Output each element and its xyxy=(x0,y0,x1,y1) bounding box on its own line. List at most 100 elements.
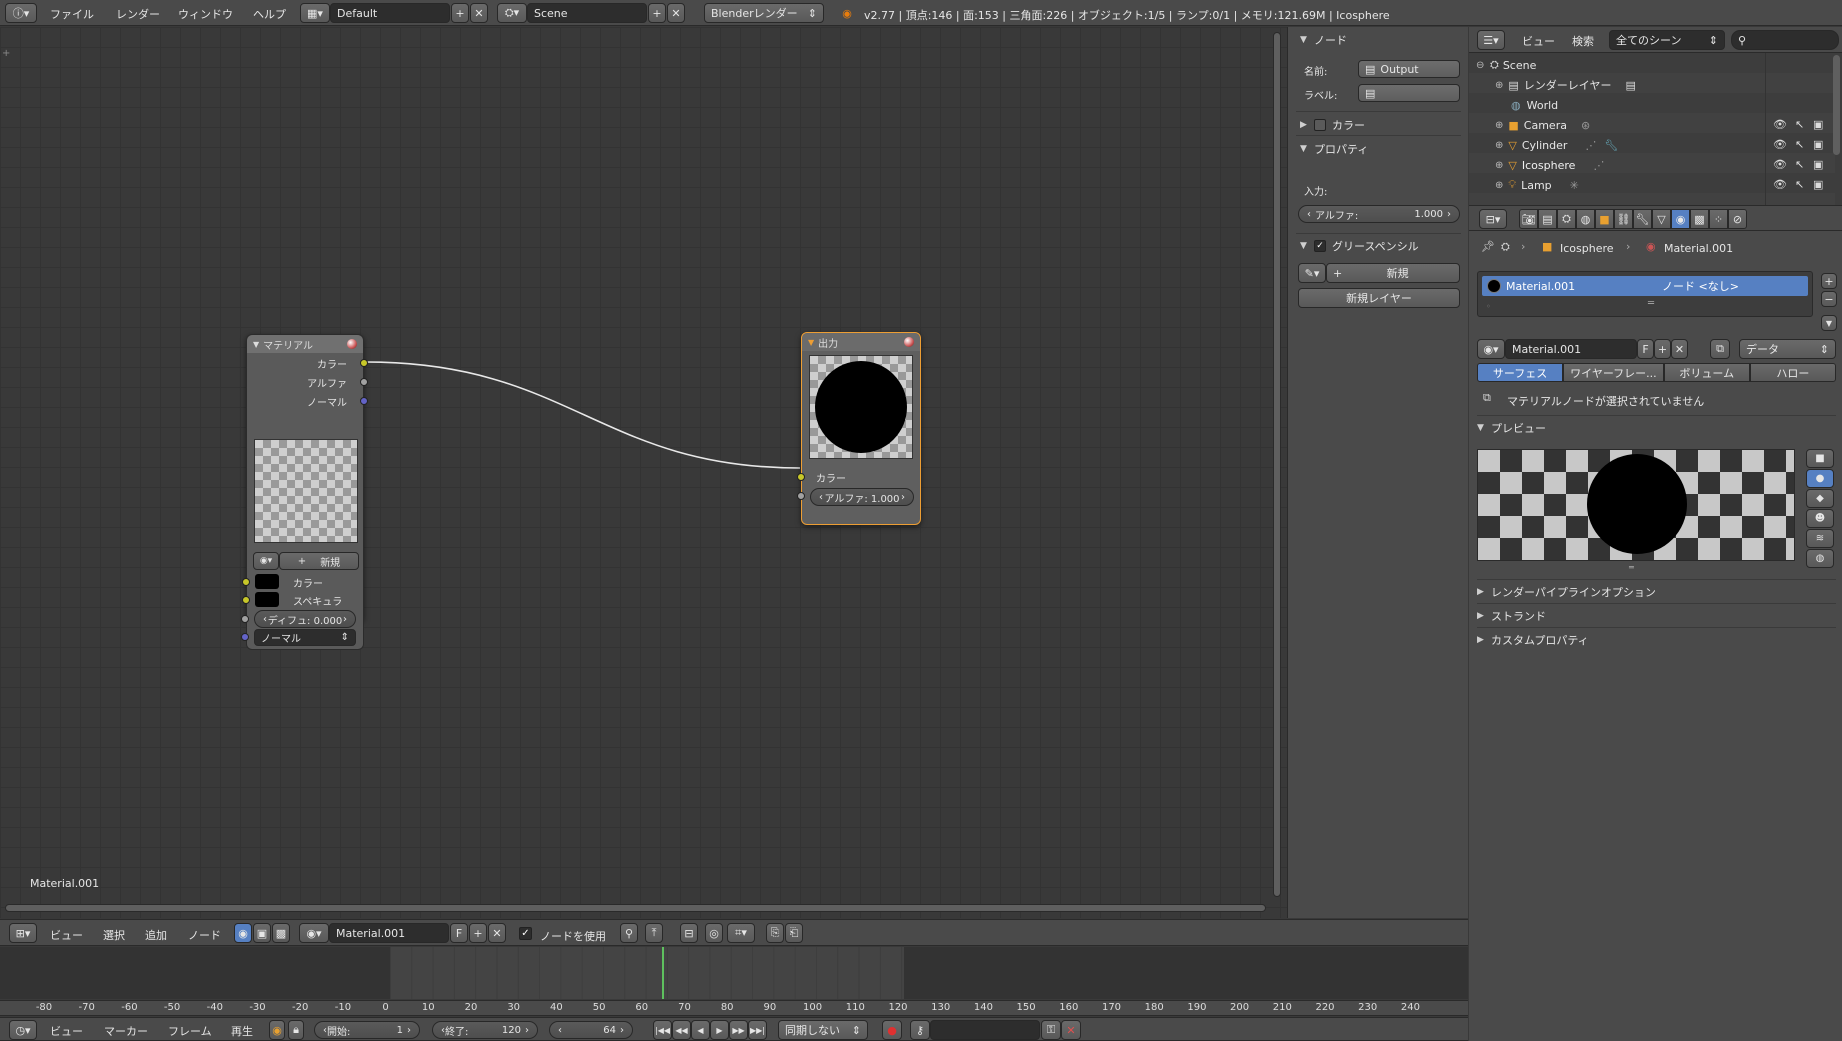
info-editor-type-button[interactable]: ⓘ▾ xyxy=(5,3,37,23)
modifiers-tab-icon[interactable]: 🔧︎ xyxy=(1633,209,1652,229)
screen-remove-button[interactable]: ✕ xyxy=(470,3,488,23)
outliner-editor-type-button[interactable]: ☰▾ xyxy=(1477,30,1505,50)
breadcrumb-object[interactable]: Icosphere xyxy=(1560,242,1614,255)
visibility-eye-icon[interactable]: 👁︎ xyxy=(1773,118,1787,131)
normal-dropdown[interactable]: ノーマル ⇕ xyxy=(254,629,356,646)
timeline-menu-marker[interactable]: マーカー xyxy=(96,1023,156,1039)
preview-resize-grip[interactable]: ═ xyxy=(1629,563,1634,572)
texture-tab-icon[interactable]: ▩ xyxy=(1690,209,1709,229)
output-alpha-socket[interactable] xyxy=(360,378,368,386)
end-frame-field[interactable]: ‹ 終了: 120 › xyxy=(432,1021,538,1039)
timeline-area[interactable]: -80 -70 -60 -50 -40 -30 -20 -10 0 10 20 30 40 50 60 70 8… xyxy=(0,947,1468,1017)
grease-pencil-checkbox[interactable]: ✓ xyxy=(1314,240,1326,252)
material-slot-row[interactable]: Material.001 ノード <なし> xyxy=(1482,276,1808,296)
grease-pencil-new-button[interactable]: + 新規 xyxy=(1326,263,1460,283)
snap-icon[interactable]: ⊟ xyxy=(680,923,698,943)
scene-field[interactable]: Scene xyxy=(527,3,647,23)
node-menu-view[interactable]: ビュー xyxy=(42,927,91,943)
material-node-toggle-icon[interactable]: ⧉ xyxy=(1710,339,1730,359)
current-frame-marker[interactable] xyxy=(662,947,664,999)
jump-end-button[interactable]: ▶▶| xyxy=(748,1020,767,1040)
data-tab-icon[interactable]: ▽ xyxy=(1652,209,1671,229)
expand-plus-icon[interactable]: ⊕ xyxy=(1495,180,1503,191)
scene-icon[interactable]: ⛭▾ xyxy=(497,3,527,23)
node-editor[interactable]: + ▼ マテリアル カラー アルファ ノーマル ◉▾ + 新規 カラー スペキュ… xyxy=(0,27,1287,918)
input-specular-swatch[interactable] xyxy=(255,592,279,607)
material-browse-icon[interactable]: ◉▾ xyxy=(299,923,329,943)
jump-keyframe-next-button[interactable]: ▶▶ xyxy=(729,1020,748,1040)
screen-layout-icon[interactable]: ▦▾ xyxy=(300,3,330,23)
menu-window[interactable]: ウィンドウ xyxy=(170,6,241,22)
grease-pencil-new-layer-button[interactable]: 新規レイヤー xyxy=(1298,288,1460,308)
material-node[interactable]: ▼ マテリアル カラー アルファ ノーマル ◉▾ + 新規 カラー スペキュラ xyxy=(242,334,368,622)
overlay-icon[interactable]: ◎ xyxy=(705,923,723,943)
node-label-field[interactable]: ▤ xyxy=(1358,84,1460,102)
sync-dropdown[interactable]: 同期しない ⇕ xyxy=(778,1020,868,1040)
node-menu-node[interactable]: ノード xyxy=(180,927,229,943)
breadcrumb-material[interactable]: Material.001 xyxy=(1664,242,1733,255)
material-new-button[interactable]: + 新規 xyxy=(279,552,359,570)
delete-keyframe-button[interactable]: ✕ xyxy=(1061,1020,1081,1040)
menu-file[interactable]: ファイル xyxy=(42,6,102,22)
tab-wire[interactable]: ワイヤーフレー... xyxy=(1563,363,1664,382)
outliner-display-dropdown[interactable]: 全てのシーン ⇕ xyxy=(1609,30,1725,50)
paste-icon[interactable]: ⎗ xyxy=(785,923,803,943)
preview-sky-icon[interactable]: ◍ xyxy=(1806,549,1834,568)
render-camera-icon[interactable]: ▣ xyxy=(1813,118,1823,131)
strand-section-header[interactable]: ▶ ストランド xyxy=(1477,603,1836,624)
material-node-header[interactable]: ▼ マテリアル xyxy=(247,335,363,353)
slot-remove-button[interactable]: − xyxy=(1821,291,1837,307)
render-pipeline-section-header[interactable]: ▶ レンダーパイプラインオプション xyxy=(1477,579,1836,600)
input-color-socket[interactable] xyxy=(242,578,250,586)
texture-tree-button[interactable]: ▩ xyxy=(272,923,290,943)
outliner-search-field[interactable]: ⚲ xyxy=(1731,30,1839,50)
shader-tree-button[interactable]: ◉ xyxy=(234,923,252,943)
material-link-dropdown[interactable]: データ ⇕ xyxy=(1739,339,1836,359)
expand-minus-icon[interactable]: ⊖ xyxy=(1476,60,1486,71)
render-tab-icon[interactable]: 📷︎ xyxy=(1519,209,1538,229)
object-tab-icon[interactable]: ■ xyxy=(1595,209,1614,229)
list-grip-icon[interactable]: ═ xyxy=(1648,298,1654,309)
screen-add-button[interactable]: + xyxy=(451,3,469,23)
output-node-header[interactable]: ▼ 出力 xyxy=(802,333,920,351)
node-menu-select[interactable]: 選択 xyxy=(95,927,133,943)
expand-plus-icon[interactable]: ⊕ xyxy=(1495,120,1503,131)
menu-render[interactable]: レンダー xyxy=(108,6,168,22)
timeline-menu-view[interactable]: ビュー xyxy=(42,1023,91,1039)
timeline-menu-frame[interactable]: フレーム xyxy=(160,1023,220,1039)
scene-remove-button[interactable]: ✕ xyxy=(667,3,685,23)
keying-set-field[interactable] xyxy=(930,1020,1040,1040)
visibility-eye-icon[interactable]: 👁︎ xyxy=(1773,178,1787,191)
collapse-triangle-icon[interactable]: ▼ xyxy=(808,338,814,347)
expand-plus-icon[interactable]: ⊕ xyxy=(1495,80,1503,91)
output-input-color-socket[interactable] xyxy=(797,473,805,481)
output-color-socket[interactable] xyxy=(360,359,368,367)
material-fake-user-button[interactable]: F xyxy=(1637,339,1654,359)
visibility-eye-icon[interactable]: 👁︎ xyxy=(1773,158,1787,171)
editor-type-button[interactable]: ⊞▾ xyxy=(9,923,37,943)
record-button[interactable]: ● xyxy=(882,1020,902,1040)
select-cursor-icon[interactable]: ↖ xyxy=(1795,178,1804,191)
material-add-button[interactable]: + xyxy=(469,923,487,943)
outliner-menu-search[interactable]: 検索 xyxy=(1564,33,1602,49)
start-frame-field[interactable]: ‹ 開始: 1 › xyxy=(314,1021,420,1039)
diffuse-intensity-field[interactable]: ‹ ディフュ: 0.000 › xyxy=(254,610,356,628)
vertical-scrollbar[interactable] xyxy=(1273,32,1281,897)
horizontal-scrollbar[interactable] xyxy=(5,904,1266,912)
material-slot-list[interactable]: Material.001 ノード <なし> ═ ◦ xyxy=(1477,271,1813,317)
menu-help[interactable]: ヘルプ xyxy=(245,6,294,22)
keying-set-icon[interactable]: ⚷ xyxy=(910,1020,930,1040)
custom-props-section-header[interactable]: ▶ カスタムプロパティ xyxy=(1477,627,1836,648)
play-reverse-button[interactable]: ◀ xyxy=(691,1020,710,1040)
properties-section-header[interactable]: ▼ プロパティ xyxy=(1300,141,1368,157)
material-tab-icon[interactable]: ◉ xyxy=(1671,209,1690,229)
pin-icon[interactable]: 📌︎ xyxy=(1481,240,1495,253)
render-camera-icon[interactable]: ▣ xyxy=(1813,178,1823,191)
material-browse-button[interactable]: ◉▾ xyxy=(253,552,279,570)
timeline-menu-playback[interactable]: 再生 xyxy=(223,1023,261,1039)
node-material-field[interactable]: Material.001 xyxy=(329,923,449,943)
play-button[interactable]: ▶ xyxy=(710,1020,729,1040)
input-specular-socket[interactable] xyxy=(242,596,250,604)
render-camera-icon[interactable]: ▣ xyxy=(1813,138,1823,151)
scene-tab-icon[interactable]: ⛭ xyxy=(1557,209,1576,229)
